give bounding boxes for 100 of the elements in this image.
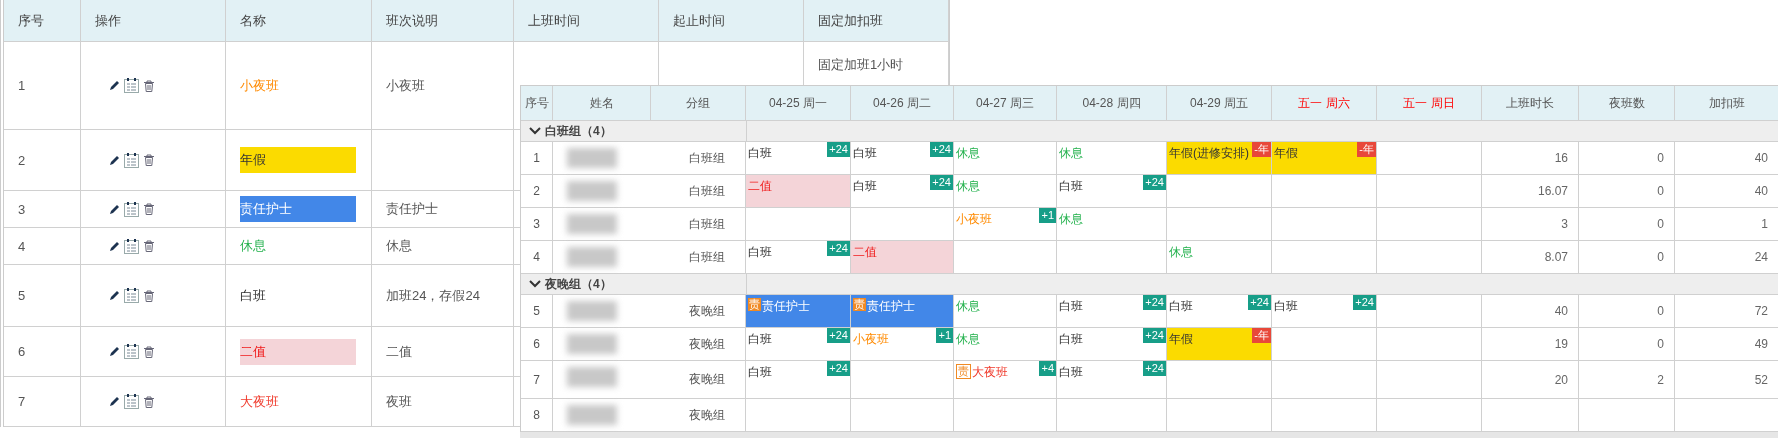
group-label: 夜晚组 bbox=[689, 406, 725, 424]
shift-label: 大夜班 bbox=[972, 364, 1008, 381]
column-header: 夜班数 bbox=[1608, 94, 1645, 112]
blurred-name bbox=[567, 214, 617, 234]
row-number: 7 bbox=[18, 394, 26, 409]
table-cell[interactable] bbox=[1272, 208, 1377, 241]
shift-label: 休息 bbox=[956, 145, 980, 162]
shift-name: 年假 bbox=[240, 147, 356, 173]
table-cell[interactable] bbox=[1272, 361, 1377, 399]
chevron-icon[interactable] bbox=[529, 127, 541, 135]
trash-icon[interactable] bbox=[143, 289, 155, 302]
edit-icon[interactable] bbox=[109, 80, 120, 91]
work-hours: 16 bbox=[1554, 151, 1568, 165]
shift-entry[interactable]: 白班 +24 bbox=[1057, 361, 1166, 398]
overtime-badge: +24 bbox=[1143, 295, 1166, 310]
column-header: 04-27 周三 bbox=[976, 94, 1034, 112]
table-cell[interactable] bbox=[1377, 142, 1482, 175]
shift-entry[interactable]: 白班 +24 bbox=[746, 241, 850, 273]
trash-icon[interactable] bbox=[143, 203, 155, 215]
shift-entry[interactable]: 白班 +24 bbox=[1057, 175, 1166, 207]
work-hours: 3 bbox=[1561, 217, 1568, 231]
shift-entry[interactable]: 责 责任护士 bbox=[746, 295, 850, 327]
overtime-total: 40 bbox=[1754, 184, 1768, 198]
column-header: 04-25 周一 bbox=[769, 94, 827, 112]
shift-label: 白班 bbox=[853, 178, 877, 195]
table-cell[interactable] bbox=[1377, 361, 1482, 399]
trash-icon[interactable] bbox=[143, 79, 155, 92]
shift-entry[interactable]: 年假 -年 bbox=[1272, 142, 1376, 174]
column-header: 04-26 周二 bbox=[873, 94, 931, 112]
chevron-icon[interactable] bbox=[529, 280, 541, 288]
group-row[interactable]: 白班组（4） bbox=[521, 121, 746, 142]
notepad-icon[interactable] bbox=[124, 288, 139, 303]
work-hours: 20 bbox=[1554, 372, 1568, 387]
scrollbar[interactable] bbox=[520, 432, 1778, 438]
shift-entry[interactable]: 白班 +24 bbox=[746, 142, 850, 174]
edit-icon[interactable] bbox=[109, 203, 120, 215]
trash-icon[interactable] bbox=[143, 395, 155, 408]
group-row[interactable]: 夜晚组（4） bbox=[521, 274, 746, 295]
tag-badge: 责 bbox=[956, 364, 971, 379]
shift-name: 二值 bbox=[240, 338, 356, 365]
shift-name: 小夜班 bbox=[240, 76, 280, 95]
group-name: 夜晚组（4） bbox=[545, 275, 612, 293]
shift-entry[interactable]: 白班 +24 bbox=[1167, 295, 1271, 327]
shift-entry[interactable]: 年假(进修安排) -年 bbox=[1167, 142, 1271, 174]
shift-entry[interactable]: 白班 +24 bbox=[746, 361, 850, 398]
overtime-total: 40 bbox=[1754, 151, 1768, 165]
shift-entry[interactable]: 年假 -年 bbox=[1167, 328, 1271, 360]
trash-icon[interactable] bbox=[143, 154, 155, 166]
table-cell[interactable] bbox=[1377, 328, 1482, 361]
notepad-icon[interactable] bbox=[124, 152, 139, 168]
shift-label: 休息 bbox=[1059, 211, 1083, 228]
shift-label: 白班 bbox=[1059, 178, 1083, 195]
shift-entry[interactable]: 白班 +24 bbox=[1057, 328, 1166, 360]
blurred-name bbox=[567, 181, 617, 201]
shift-entry[interactable]: 责 大夜班 +4 bbox=[954, 361, 1056, 398]
shift-entry[interactable]: 白班 +24 bbox=[1057, 295, 1166, 327]
table-cell[interactable] bbox=[1377, 175, 1482, 208]
work-hours: 40 bbox=[1554, 304, 1568, 318]
shift-entry[interactable]: 白班 +24 bbox=[1272, 295, 1376, 327]
table-cell[interactable] bbox=[1272, 175, 1377, 208]
trash-icon[interactable] bbox=[143, 345, 155, 358]
table-cell[interactable] bbox=[1167, 361, 1272, 399]
notepad-icon[interactable] bbox=[124, 78, 139, 93]
shift-label: 休息 bbox=[956, 331, 980, 348]
table-cell[interactable] bbox=[1272, 328, 1377, 361]
work-hours: 8.07 bbox=[1544, 250, 1568, 264]
row-number: 2 bbox=[533, 184, 540, 198]
notepad-icon[interactable] bbox=[124, 201, 139, 217]
notepad-icon[interactable] bbox=[124, 344, 139, 359]
notepad-icon[interactable] bbox=[124, 394, 139, 409]
overtime-badge: +1 bbox=[1039, 208, 1056, 223]
trash-icon[interactable] bbox=[143, 240, 155, 252]
shift-entry[interactable]: 白班 +24 bbox=[851, 175, 953, 207]
edit-icon[interactable] bbox=[109, 154, 120, 166]
edit-icon[interactable] bbox=[109, 290, 120, 301]
overtime-badge: +24 bbox=[1143, 361, 1166, 376]
overtime-badge: +24 bbox=[1143, 328, 1166, 343]
blurred-name bbox=[567, 301, 617, 321]
table-cell[interactable] bbox=[1167, 175, 1272, 208]
shift-entry[interactable]: 白班 +24 bbox=[746, 328, 850, 360]
group-label: 白班组 bbox=[689, 149, 725, 167]
row-number: 6 bbox=[18, 344, 26, 359]
table-cell[interactable] bbox=[1377, 208, 1482, 241]
shift-description: 休息 bbox=[386, 237, 412, 255]
column-header: 序号 bbox=[18, 11, 44, 30]
notepad-icon[interactable] bbox=[124, 238, 139, 254]
shift-entry[interactable]: 白班 +24 bbox=[851, 142, 953, 174]
shift-label: 年假 bbox=[1169, 331, 1193, 348]
edit-icon[interactable] bbox=[109, 346, 120, 357]
table-cell[interactable] bbox=[1167, 208, 1272, 241]
row-number: 3 bbox=[533, 217, 540, 231]
edit-icon[interactable] bbox=[109, 240, 120, 252]
table-cell[interactable] bbox=[851, 361, 954, 399]
shift-entry[interactable]: 责 责任护士 bbox=[851, 295, 953, 327]
shift-name: 休息 bbox=[240, 237, 267, 255]
shift-label: 小夜班 bbox=[853, 331, 889, 348]
table-cell[interactable] bbox=[1377, 295, 1482, 328]
edit-icon[interactable] bbox=[109, 396, 120, 407]
overtime-total: 49 bbox=[1754, 337, 1768, 351]
overtime-badge: -年 bbox=[1252, 142, 1271, 157]
